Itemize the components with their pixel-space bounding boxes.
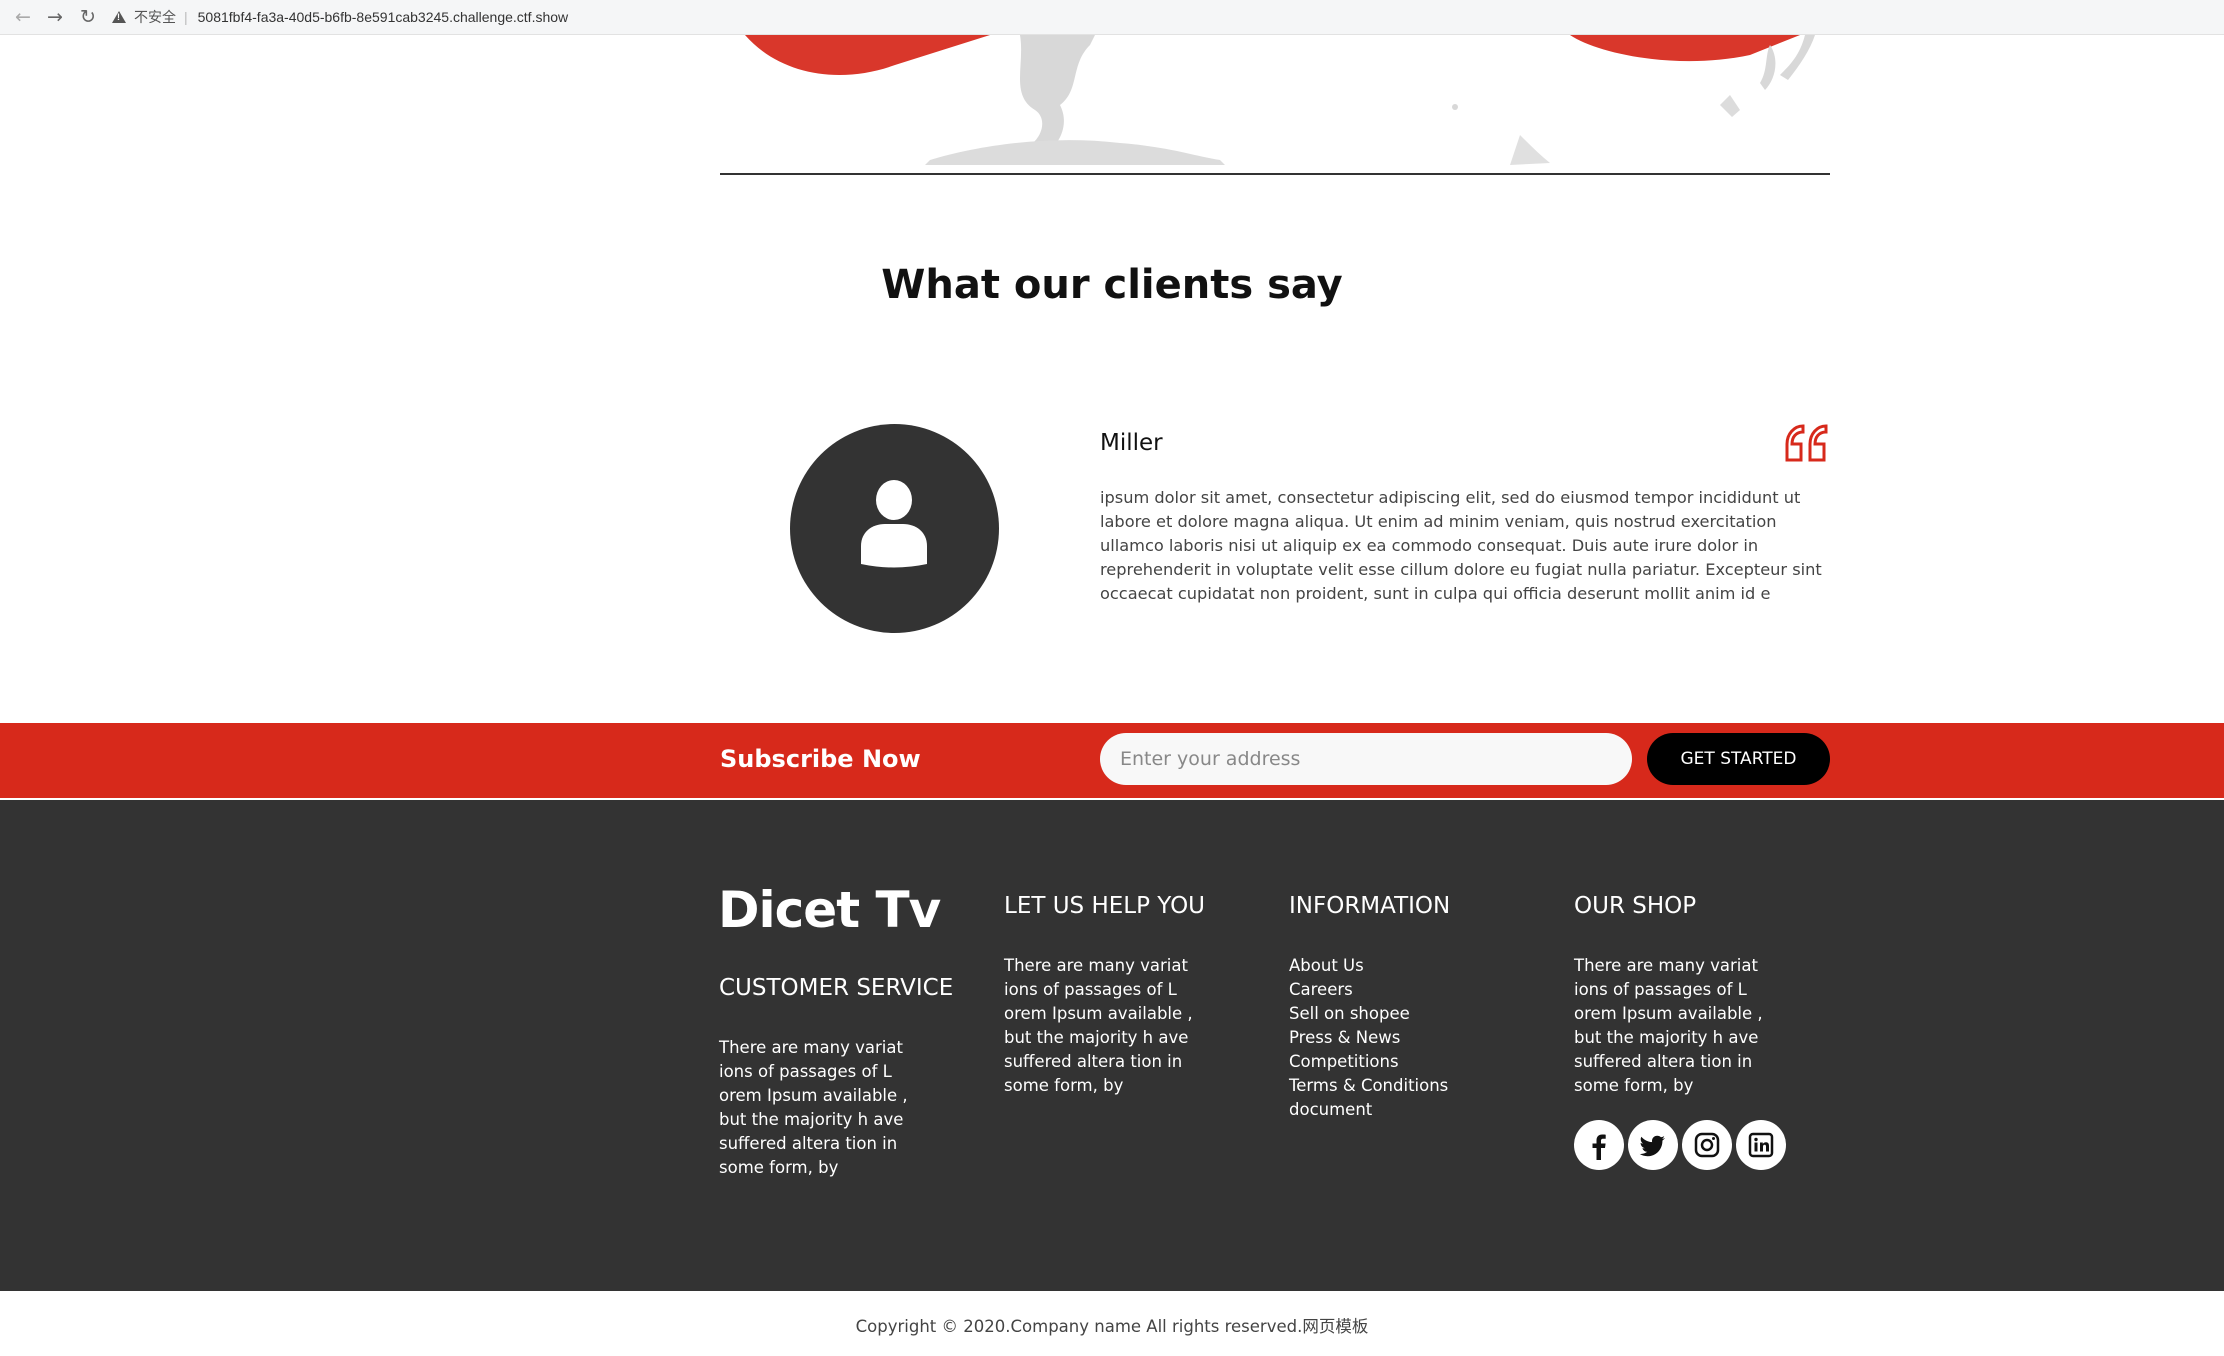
facebook-icon[interactable]	[1574, 1120, 1624, 1170]
testimonials-title: What our clients say	[881, 262, 1343, 308]
subscribe-bar: Subscribe Now GET STARTED	[0, 723, 2224, 798]
footer: Dicet Tv CUSTOMER SERVICE There are many…	[0, 800, 2224, 1291]
customer-service-text: There are many variat ions of passages o…	[719, 1038, 908, 1177]
social-links	[1574, 1120, 1786, 1170]
user-icon	[861, 480, 927, 568]
instagram-icon[interactable]	[1682, 1120, 1732, 1170]
customer-service-heading: CUSTOMER SERVICE	[719, 975, 954, 1001]
email-field[interactable]	[1100, 733, 1632, 785]
footer-brand: Dicet Tv	[718, 881, 941, 939]
world-map-graphic	[720, 35, 1830, 175]
url-text: 5081fbf4-fa3a-40d5-b6fb-8e591cab3245.cha…	[197, 9, 569, 25]
help-text: There are many variat ions of passages o…	[1004, 956, 1193, 1095]
footer-link-sell-on-shopee[interactable]: Sell on shopee	[1289, 1002, 1448, 1026]
information-heading: INFORMATION	[1289, 893, 1451, 919]
footer-link-about-us[interactable]: About Us	[1289, 954, 1448, 978]
linkedin-icon[interactable]	[1736, 1120, 1786, 1170]
forward-arrow-icon[interactable]: →	[44, 6, 66, 28]
footer-link-press-news[interactable]: Press & News	[1289, 1026, 1448, 1050]
footer-link-competitions[interactable]: Competitions	[1289, 1050, 1448, 1074]
get-started-button[interactable]: GET STARTED	[1647, 733, 1830, 785]
back-arrow-icon[interactable]: ←	[12, 6, 34, 28]
avatar	[790, 424, 999, 633]
footer-link-careers[interactable]: Careers	[1289, 978, 1448, 1002]
client-name: Miller	[1100, 430, 1163, 456]
help-heading: LET US HELP YOU	[1004, 893, 1206, 919]
address-bar[interactable]: 不安全 | 5081fbf4-fa3a-40d5-b6fb-8e591cab32…	[112, 3, 2224, 31]
address-separator: |	[184, 9, 188, 25]
footer-link-terms[interactable]: Terms & Conditions	[1289, 1074, 1448, 1098]
section-divider	[720, 173, 1830, 175]
browser-toolbar: ← → ↻ 不安全 | 5081fbf4-fa3a-40d5-b6fb-8e59…	[0, 0, 2224, 35]
quote-icon	[1782, 420, 1830, 466]
security-label: 不安全	[134, 9, 176, 25]
twitter-icon[interactable]	[1628, 1120, 1678, 1170]
shop-text: There are many variat ions of passages o…	[1574, 956, 1763, 1095]
testimonial-text: ipsum dolor sit amet, consectetur adipis…	[1100, 488, 1822, 603]
subscribe-title: Subscribe Now	[720, 745, 921, 773]
information-links: About Us Careers Sell on shopee Press & …	[1289, 954, 1448, 1122]
warning-icon	[112, 11, 126, 23]
reload-icon[interactable]: ↻	[77, 6, 99, 28]
shop-heading: OUR SHOP	[1574, 893, 1697, 919]
footer-link-document[interactable]: document	[1289, 1098, 1448, 1122]
copyright-text: Copyright © 2020.Company name All rights…	[855, 1317, 1369, 1336]
